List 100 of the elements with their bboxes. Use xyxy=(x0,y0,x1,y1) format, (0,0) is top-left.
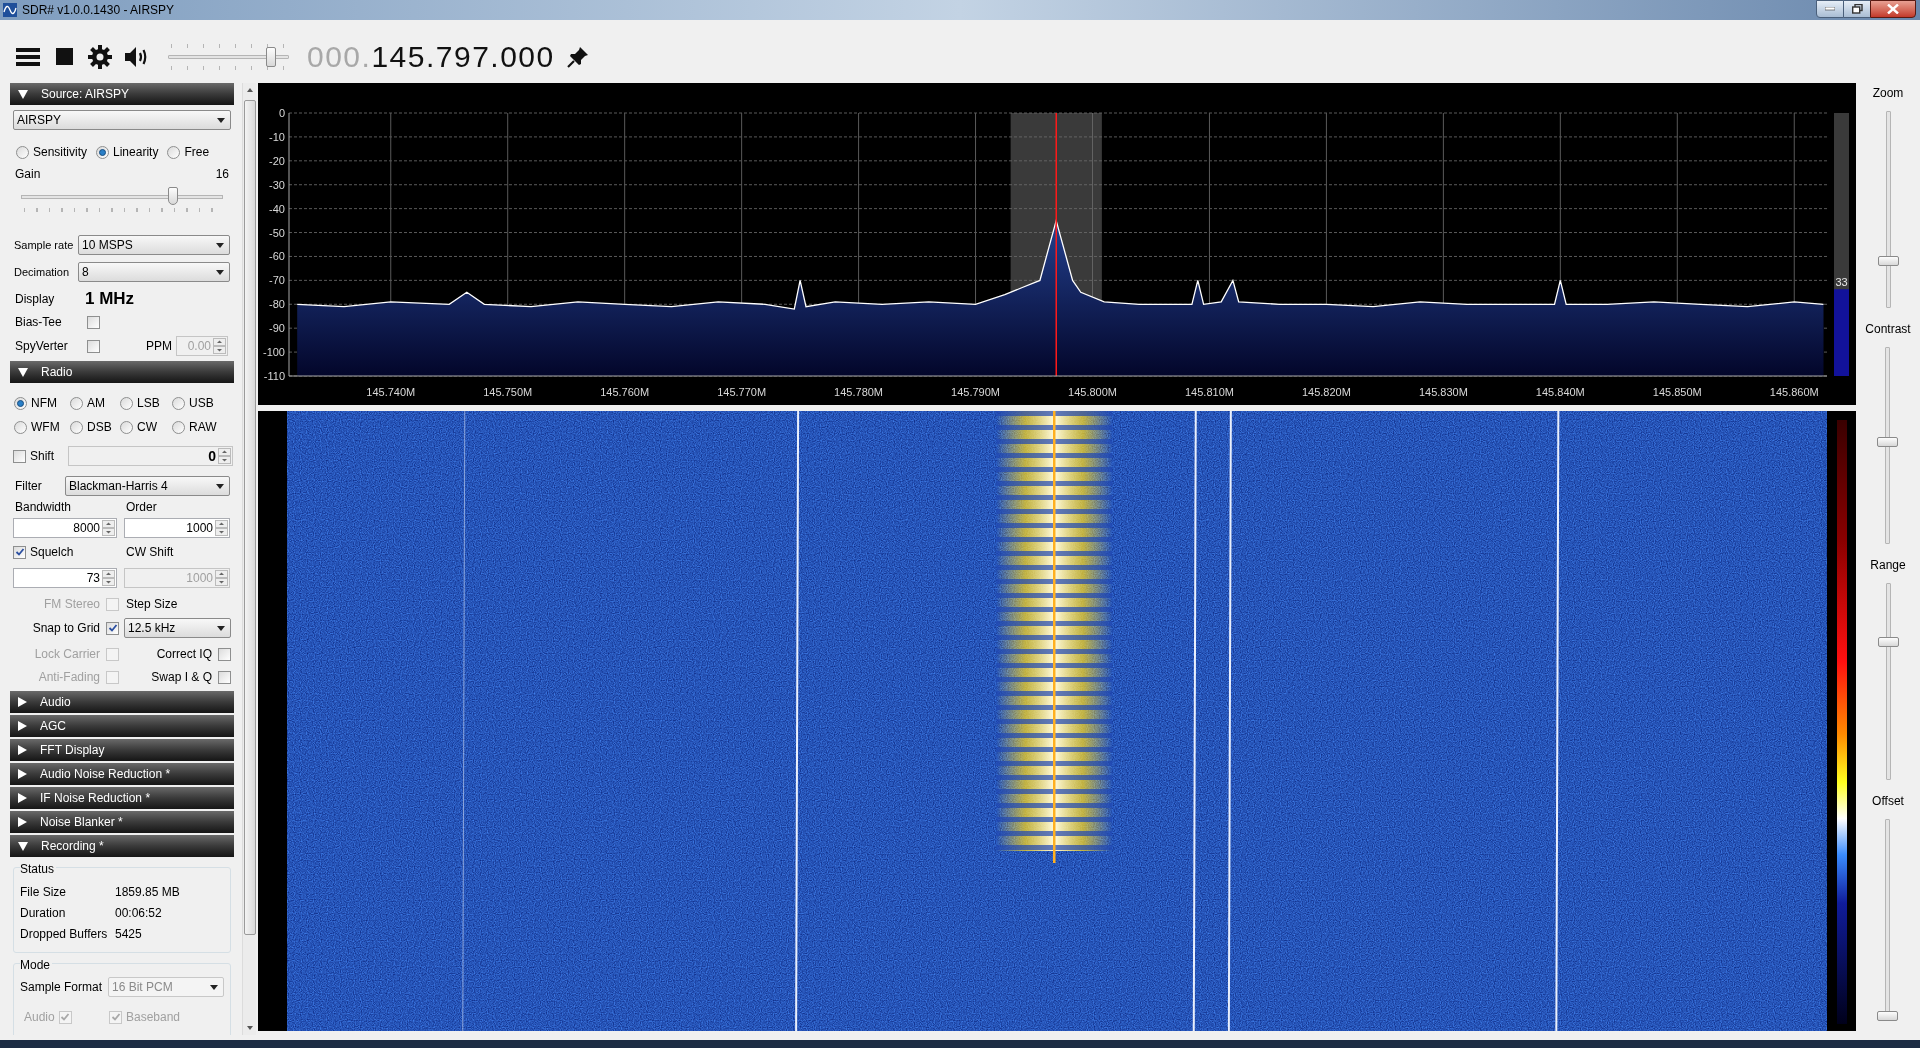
radio-label[interactable]: RAW xyxy=(189,418,217,436)
field-label: Bandwidth xyxy=(14,499,73,516)
slider-thumb[interactable] xyxy=(1877,255,1899,266)
axis-label: -20 xyxy=(269,154,285,167)
spinner-icon[interactable] xyxy=(102,570,115,586)
slider-thumb[interactable] xyxy=(1877,436,1899,447)
field-label: Display xyxy=(14,291,56,308)
panel-header[interactable]: Audio Noise Reduction * xyxy=(10,763,234,785)
caret-icon xyxy=(216,269,224,275)
pin-icon[interactable] xyxy=(566,45,589,68)
menu-icon[interactable] xyxy=(16,47,40,66)
dropdown[interactable]: 8 xyxy=(78,262,230,282)
disclosure-triangle-icon xyxy=(18,367,28,377)
panel-header[interactable]: IF Noise Reduction * xyxy=(10,787,234,809)
radio-label[interactable]: Linearity xyxy=(113,143,159,161)
checkbox-label[interactable]: Squelch xyxy=(30,543,126,561)
panel-header[interactable]: FFT Display xyxy=(10,739,234,761)
field-label: Sample Format xyxy=(19,979,104,996)
radio-label[interactable]: AM xyxy=(87,394,105,412)
radio-button[interactable] xyxy=(172,396,185,410)
panel-header[interactable]: Radio xyxy=(10,361,234,383)
checkbox-label[interactable]: Swap I & Q xyxy=(151,668,212,686)
panel-header[interactable]: Recording * xyxy=(10,835,234,857)
spinner-icon[interactable] xyxy=(215,520,228,536)
level-reading: 33 xyxy=(1835,276,1848,289)
dropdown[interactable]: 10 MSPS xyxy=(78,235,230,255)
axis-label: -50 xyxy=(269,226,285,239)
slider-thumb[interactable] xyxy=(1877,637,1899,648)
axis-label: 145.850M xyxy=(1652,386,1702,398)
radio-button[interactable] xyxy=(120,420,133,434)
radio-button[interactable] xyxy=(96,145,110,159)
field-label: Sample rate xyxy=(13,237,75,253)
radio-button[interactable] xyxy=(120,396,133,410)
radio-label[interactable]: USB xyxy=(189,394,214,412)
caret-icon xyxy=(216,242,224,248)
number-field[interactable]: 73 xyxy=(13,568,117,588)
field-label: Gain xyxy=(15,166,41,183)
number-field[interactable]: 1000 xyxy=(124,518,230,538)
axis-label: -100 xyxy=(262,346,285,359)
axis-label: -70 xyxy=(269,274,285,287)
checkbox[interactable] xyxy=(87,315,100,329)
panel-header[interactable]: Noise Blanker * xyxy=(10,811,234,833)
radio-label[interactable]: Free xyxy=(184,143,210,161)
radio-label[interactable]: CW xyxy=(137,418,157,436)
checkbox[interactable] xyxy=(218,647,231,661)
panel-header[interactable]: Source: AIRSPY xyxy=(10,83,234,105)
radio-label[interactable]: DSB xyxy=(87,418,112,436)
disclosure-triangle-icon xyxy=(18,817,27,827)
scrollbar[interactable] xyxy=(242,83,256,1035)
axis-label: -110 xyxy=(263,370,285,382)
radio-label[interactable]: Sensitivity xyxy=(33,143,88,161)
panel-header[interactable]: Audio xyxy=(10,691,234,713)
checkbox-label[interactable]: Snap to Grid xyxy=(32,619,100,637)
radio-button[interactable] xyxy=(14,420,27,434)
slider-thumb[interactable] xyxy=(1877,1011,1899,1021)
disclosure-triangle-icon xyxy=(18,721,27,731)
checkbox-label[interactable]: SpyVerter xyxy=(10,337,87,355)
frequency-display[interactable]: 145.797.000 xyxy=(371,41,555,72)
volume-slider[interactable] xyxy=(168,46,289,67)
slider-thumb[interactable] xyxy=(167,187,178,205)
radio-button[interactable] xyxy=(172,420,185,434)
axis-label: -90 xyxy=(269,322,285,335)
spinner-icon[interactable] xyxy=(102,520,115,536)
restore-icon xyxy=(1851,4,1863,14)
radio-button[interactable] xyxy=(16,145,29,159)
radio-label[interactable]: NFM xyxy=(31,394,57,412)
axis-label: 145.800M xyxy=(1068,386,1117,398)
device-dropdown[interactable]: AIRSPY xyxy=(13,110,231,130)
status-value: 5425 xyxy=(115,925,142,943)
axis-label: 145.740M xyxy=(366,386,416,398)
axis-label: 145.770M xyxy=(717,386,767,398)
radio-button[interactable] xyxy=(70,420,83,434)
radio-label[interactable]: WFM xyxy=(31,418,60,436)
checkbox-label[interactable]: Correct IQ xyxy=(156,645,212,663)
checkbox[interactable] xyxy=(106,621,119,635)
field-label: PPM xyxy=(146,338,173,355)
maximize-button[interactable] xyxy=(1844,0,1870,18)
checkbox[interactable] xyxy=(13,545,26,559)
checkbox[interactable] xyxy=(218,670,231,684)
minimize-button[interactable] xyxy=(1816,0,1844,18)
field-label: Step Size xyxy=(126,597,178,611)
checkbox[interactable] xyxy=(13,449,26,463)
checkbox[interactable] xyxy=(87,339,100,353)
dropdown[interactable]: Blackman-Harris 4 xyxy=(65,476,230,496)
axis-label: -60 xyxy=(269,250,285,263)
radio-button[interactable] xyxy=(167,145,181,159)
disclosure-triangle-icon xyxy=(18,793,27,803)
dropdown[interactable]: 12.5 kHz xyxy=(124,618,231,638)
scrollbar-thumb[interactable] xyxy=(243,100,256,935)
number-field[interactable]: 8000 xyxy=(13,518,117,538)
gain-slider[interactable] xyxy=(21,187,223,205)
panel-header[interactable]: AGC xyxy=(10,715,234,737)
checkbox-label[interactable]: Shift xyxy=(30,447,68,465)
close-button[interactable] xyxy=(1870,0,1916,18)
radio-label[interactable]: LSB xyxy=(137,394,160,412)
radio-button[interactable] xyxy=(14,396,27,410)
gain-value: 16 xyxy=(215,166,229,183)
checkbox-label[interactable]: Bias-Tee xyxy=(10,313,87,331)
radio-button[interactable] xyxy=(70,396,83,410)
slider-thumb[interactable] xyxy=(265,46,276,67)
